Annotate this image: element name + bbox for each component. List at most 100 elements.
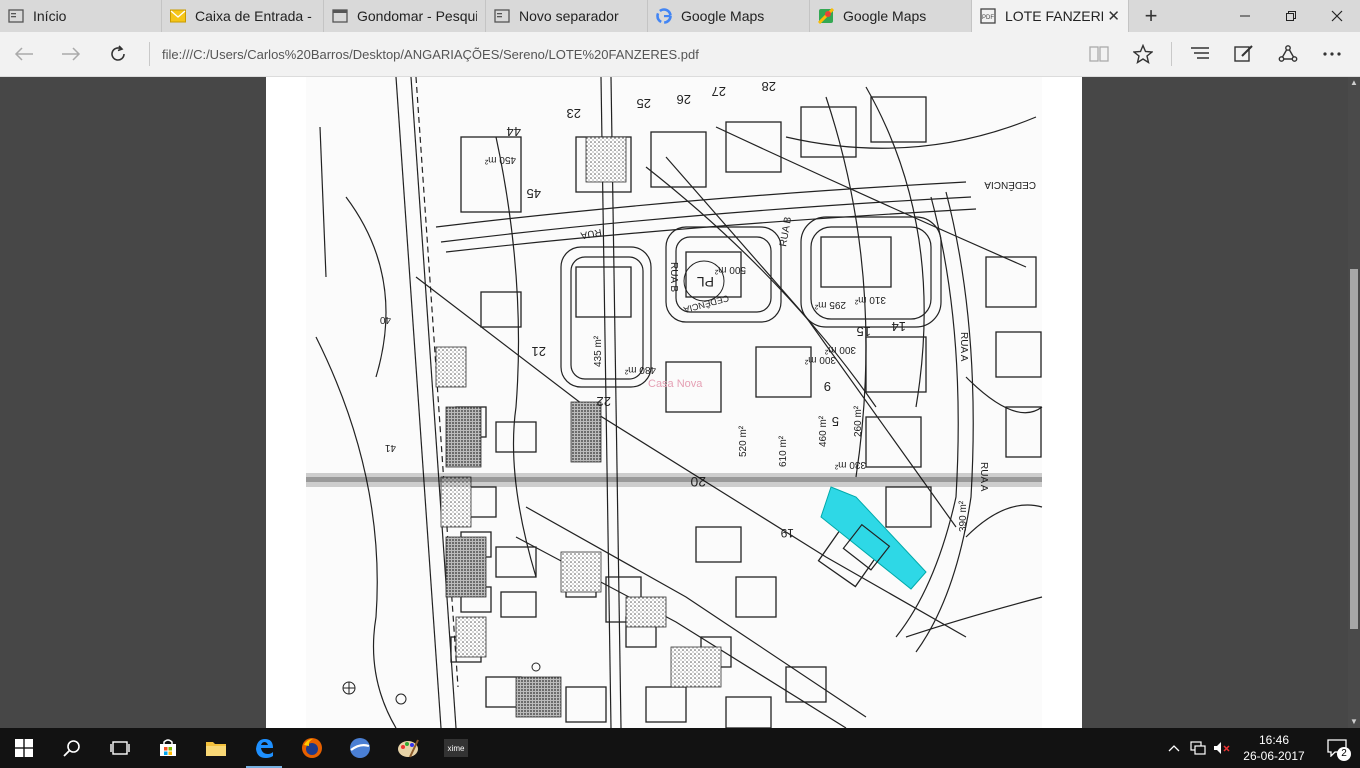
map-label: 610 m² [778, 435, 789, 467]
tab-novo-separador[interactable]: Novo separador [486, 0, 648, 32]
separator [1171, 42, 1172, 66]
reading-view-icon[interactable] [1077, 32, 1121, 77]
clock-time: 16:46 [1258, 733, 1290, 747]
edge-app[interactable] [240, 728, 288, 768]
new-tab-button[interactable]: + [1129, 0, 1173, 32]
cadastral-map: 450 m² 44 45 RUA RUA B RUA B 500 m² PL C… [306, 77, 1043, 728]
restore-button[interactable] [1268, 0, 1314, 32]
map-label: RUA A [978, 462, 989, 492]
show-hidden-icons-icon[interactable] [1162, 744, 1186, 752]
share-icon[interactable] [1266, 32, 1310, 77]
network-icon[interactable] [1186, 741, 1210, 755]
pdf-page: 450 m² 44 45 RUA RUA B RUA B 500 m² PL C… [266, 77, 1082, 728]
action-center-button[interactable]: 2 [1314, 728, 1360, 768]
map-label: 310 m² [854, 294, 886, 305]
scroll-up-arrow-icon[interactable]: ▲ [1350, 79, 1358, 87]
tab-google-maps-2[interactable]: Google Maps [810, 0, 972, 32]
xime-icon: xime [444, 739, 468, 757]
taskbar: xime 16:46 26-06-2017 2 [0, 728, 1360, 768]
page-icon [332, 8, 348, 24]
map-label: 260 m² [853, 405, 864, 437]
window-controls [1222, 0, 1360, 32]
clock[interactable]: 16:46 26-06-2017 [1234, 732, 1314, 764]
close-tab-icon[interactable]: ✕ [1103, 7, 1120, 25]
map-label: 19 [780, 526, 794, 540]
map-label: RUA A [958, 332, 969, 362]
forward-button[interactable] [47, 32, 94, 77]
map-label: 450 m² [484, 154, 516, 165]
tab-label: Início [33, 8, 67, 24]
map-label: 40 [379, 314, 391, 325]
volume-muted-icon[interactable] [1210, 741, 1234, 755]
pdf-viewer: 450 m² 44 45 RUA RUA B RUA B 500 m² PL C… [0, 77, 1360, 728]
map-label: 20 [690, 474, 706, 490]
svg-text:xime: xime [448, 744, 465, 753]
back-arrow-icon [14, 47, 33, 61]
refresh-icon [110, 45, 125, 61]
map-label: 27 [712, 84, 726, 99]
mail-icon [170, 8, 186, 24]
map-label: 14 [892, 319, 906, 334]
separator [149, 42, 150, 66]
map-label: 390 m² [958, 500, 969, 532]
store-app[interactable] [144, 728, 192, 768]
minimize-button[interactable] [1222, 0, 1268, 32]
pdf-icon: PDF [980, 8, 996, 24]
notification-count-badge: 2 [1337, 747, 1351, 761]
map-label: 45 [527, 186, 541, 201]
map-label: 22 [597, 394, 611, 409]
tab-label: Google Maps [843, 8, 927, 24]
tab-lote-fanzeres[interactable]: PDF LOTE FANZERES.p ✕ [972, 0, 1129, 32]
map-label: 44 [507, 124, 521, 139]
tab-label: LOTE FANZERES.p [1005, 8, 1103, 24]
refresh-button[interactable] [94, 32, 141, 77]
start-button[interactable] [0, 728, 48, 768]
web-note-icon[interactable] [1222, 32, 1266, 77]
address-bar: file:///C:/Users/Carlos%20Barros/Desktop… [0, 32, 1360, 77]
tab-label: Novo separador [519, 8, 619, 24]
map-label: 460 m² [818, 415, 829, 447]
google-earth-icon [350, 738, 370, 758]
toolbar-right [1077, 32, 1354, 77]
paint-app[interactable] [384, 728, 432, 768]
scroll-down-arrow-icon[interactable]: ▼ [1350, 718, 1358, 726]
search-button[interactable] [48, 728, 96, 768]
map-label: 25 [637, 96, 651, 111]
task-view-icon [110, 741, 130, 755]
map-label: 480 m² [624, 364, 656, 375]
hub-icon[interactable] [1178, 32, 1222, 77]
map-label: PL [697, 274, 714, 290]
tab-label: Google Maps [681, 8, 765, 24]
google-earth-app[interactable] [336, 728, 384, 768]
tab-mail[interactable]: Caixa de Entrada - ch [162, 0, 324, 32]
xime-app[interactable]: xime [432, 728, 480, 768]
map-label: 41 [384, 442, 396, 453]
scroll-thumb[interactable] [1350, 269, 1358, 629]
map-label: 9 [824, 379, 831, 394]
tab-google-maps-1[interactable]: Google Maps [648, 0, 810, 32]
tab-gondomar[interactable]: Gondomar - Pesquisa [324, 0, 486, 32]
map-label: 5 [832, 414, 839, 429]
google-icon [656, 8, 672, 24]
close-window-button[interactable] [1314, 0, 1360, 32]
back-button[interactable] [0, 32, 47, 77]
store-icon [160, 739, 176, 756]
tab-page-icon [8, 8, 24, 24]
map-label: 295 m² [814, 299, 846, 310]
map-label: 23 [567, 106, 581, 121]
firefox-app[interactable] [288, 728, 336, 768]
file-explorer-app[interactable] [192, 728, 240, 768]
more-icon[interactable] [1310, 32, 1354, 77]
svg-text:PDF: PDF [982, 15, 994, 21]
maps-icon [818, 8, 834, 24]
map-label: 435 m² [593, 335, 604, 367]
tab-inicio[interactable]: Início [0, 0, 162, 32]
map-label: 500 m² [714, 264, 746, 275]
vertical-scrollbar[interactable]: ▲ ▼ [1348, 77, 1360, 728]
folder-icon [206, 742, 226, 756]
system-tray: 16:46 26-06-2017 2 [1162, 728, 1360, 768]
map-label: 26 [677, 92, 691, 107]
url-field[interactable]: file:///C:/Users/Carlos%20Barros/Desktop… [162, 47, 1077, 62]
favorite-star-icon[interactable] [1121, 32, 1165, 77]
task-view-button[interactable] [96, 728, 144, 768]
